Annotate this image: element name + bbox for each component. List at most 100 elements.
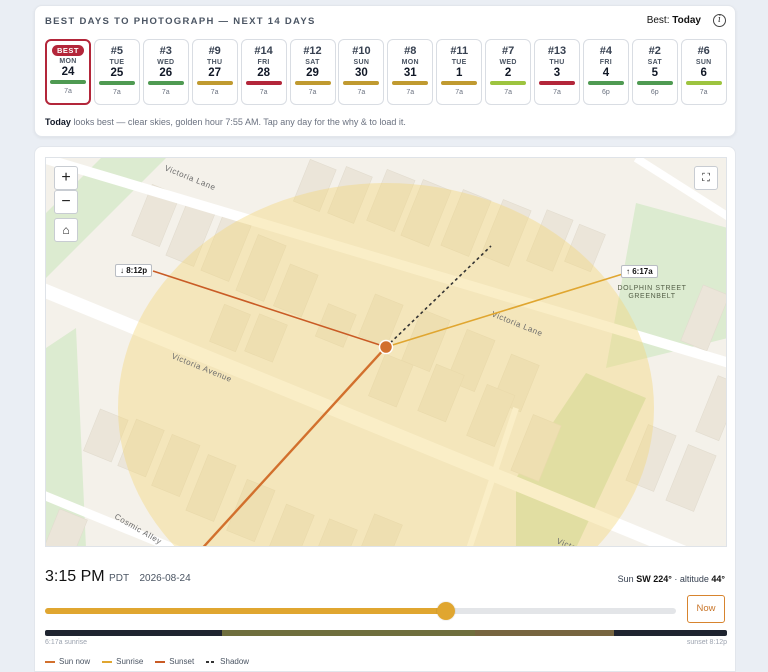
current-date: 2026-08-24 <box>139 573 191 584</box>
day-score-bar <box>392 81 429 85</box>
day-best-time: 7a <box>699 89 708 96</box>
day-rank: #11 <box>450 45 469 57</box>
time-slider-knob[interactable] <box>437 602 456 620</box>
sun-altitude: 44° <box>711 574 725 584</box>
day-score-bar <box>685 81 722 85</box>
altitude-prefix: · altitude <box>671 574 709 584</box>
day-card[interactable]: #5 TUE 25 7a <box>93 39 140 105</box>
day-cards-row: BEST MON 24 7a #5 TUE 25 7a #3 WED 26 7a #9 THU 27 7a #1… <box>45 39 729 105</box>
day-best-time: 7a <box>259 89 268 96</box>
day-score-bar <box>343 81 380 85</box>
day-rank: #4 <box>599 45 613 57</box>
day-card[interactable]: #4 FRI 4 6p <box>582 39 629 105</box>
day-date: 31 <box>403 67 417 79</box>
day-card[interactable]: #13 THU 3 7a <box>534 39 580 105</box>
day-best-time: 7a <box>504 89 512 96</box>
home-button[interactable]: ⌂ <box>54 218 78 242</box>
day-rank: #12 <box>303 45 322 57</box>
day-best-time: 7a <box>357 89 366 96</box>
best-badge-text: BEST <box>51 45 84 56</box>
day-card[interactable]: #14 FRI 28 7a <box>240 39 287 105</box>
day-date: 2 <box>504 67 512 79</box>
day-of-week: TUE <box>109 59 125 66</box>
day-of-week: SAT <box>305 59 320 66</box>
sun-prefix: Sun <box>617 574 634 584</box>
legend-item: Sun now <box>45 657 90 666</box>
zoom-in-button[interactable]: + <box>54 166 78 190</box>
location-pin[interactable] <box>378 339 394 355</box>
timeline-labels: 6:17a sunrise sunset 8:12p <box>45 639 727 646</box>
park-label-line1: DOLPHIN STREET <box>617 285 686 292</box>
day-card[interactable]: #8 MON 31 7a <box>387 39 434 105</box>
timeline-segment <box>45 630 223 636</box>
day-date: 26 <box>159 67 173 79</box>
legend-item: Sunrise <box>102 657 143 666</box>
day-rank: #6 <box>697 45 710 57</box>
best-value: Today <box>672 15 701 26</box>
map-canvas: Victoria Lane Victoria Avenue Victoria L… <box>46 158 726 546</box>
day-best-time: 7a <box>64 88 72 95</box>
day-score-bar <box>196 81 233 85</box>
best-day-summary: Today looks best — clear skies, golden h… <box>45 117 406 127</box>
day-of-week: TUE <box>451 59 467 66</box>
day-score-bar <box>147 81 184 85</box>
sunset-time-caption: sunset 8:12p <box>686 639 727 646</box>
day-score-bar <box>50 80 86 84</box>
day-card[interactable]: #7 WED 2 7a <box>485 39 532 105</box>
day-date: 5 <box>651 67 658 79</box>
legend-swatch <box>206 660 217 663</box>
day-card[interactable]: #12 SAT 29 7a <box>289 39 336 105</box>
day-rank: #9 <box>208 45 221 57</box>
now-button[interactable]: Now <box>687 595 725 623</box>
day-date: 29 <box>306 67 319 79</box>
day-rank: #7 <box>501 45 515 57</box>
day-score-bar <box>636 81 673 85</box>
day-score-bar <box>98 81 135 85</box>
day-card[interactable]: #6 SUN 6 7a <box>680 39 727 105</box>
day-card[interactable]: #3 WED 26 7a <box>142 39 189 105</box>
legend-swatch <box>102 660 113 663</box>
day-rank: #14 <box>254 45 273 57</box>
day-best-time: 7a <box>308 89 317 96</box>
day-rank: #3 <box>159 45 172 57</box>
zoom-out-button[interactable]: − <box>54 190 78 214</box>
fullscreen-button[interactable]: ⛶ <box>694 166 718 190</box>
timeline-segment <box>614 630 727 636</box>
day-of-week: WED <box>499 59 517 66</box>
map-view[interactable]: Victoria Lane Victoria Avenue Victoria L… <box>45 157 727 547</box>
sun-map-panel: Victoria Lane Victoria Avenue Victoria L… <box>34 146 736 672</box>
day-date: 1 <box>455 67 463 79</box>
day-rank: #13 <box>547 45 567 57</box>
day-card[interactable]: #11 TUE 1 7a <box>436 39 483 105</box>
info-icon[interactable]: i <box>713 14 726 27</box>
day-date: 3 <box>553 67 561 79</box>
day-score-bar <box>294 81 331 85</box>
legend-label: Shadow <box>220 657 250 666</box>
day-of-week: SUN <box>353 59 370 66</box>
legend-label: Sunrise <box>116 657 144 666</box>
day-rank: #8 <box>404 45 417 57</box>
time-slider-fill <box>45 608 447 614</box>
best-prefix: Best: <box>646 15 670 26</box>
day-of-week: THU <box>549 59 565 66</box>
day-card[interactable]: #2 SAT 5 6p <box>631 39 678 105</box>
day-best-time: 6p <box>601 89 610 96</box>
day-card[interactable]: #9 THU 27 7a <box>191 39 238 105</box>
day-of-week: SUN <box>695 59 712 66</box>
clock-time: 3:15 PM <box>45 568 105 585</box>
day-rank: #2 <box>648 45 661 57</box>
day-card[interactable]: #10 SUN 30 7a <box>338 39 385 105</box>
day-date: 30 <box>354 67 368 79</box>
day-date: 4 <box>602 67 610 79</box>
time-slider[interactable] <box>45 602 676 620</box>
day-score-bar <box>490 81 527 85</box>
legend-label: Sun now <box>59 657 91 666</box>
sunrise-time-caption: 6:17a sunrise <box>45 639 88 646</box>
sun-position-readout: Sun SW 224° · altitude 44° <box>618 574 725 584</box>
day-best-time: 7a <box>406 89 415 96</box>
day-score-bar <box>539 81 575 85</box>
day-card[interactable]: BEST MON 24 7a <box>45 39 91 105</box>
day-of-week: FRI <box>599 59 612 66</box>
current-time-readout: 3:15 PM PDT 2026-08-24 <box>45 568 191 586</box>
day-date: 25 <box>110 67 124 79</box>
